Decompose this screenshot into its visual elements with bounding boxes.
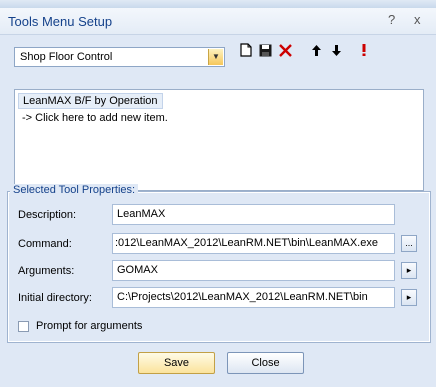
command-input[interactable]: :012\LeanMAX_2012\LeanRM.NET\bin\LeanMAX… (112, 233, 395, 254)
arguments-label: Arguments: (18, 265, 75, 277)
new-item-icon[interactable] (237, 43, 255, 63)
move-down-icon[interactable] (327, 43, 345, 63)
tool-group-combo[interactable]: Shop Floor Control ▼ (14, 47, 225, 67)
background-strip (0, 0, 436, 8)
prompt-for-arguments-label[interactable]: Prompt for arguments (36, 320, 142, 332)
move-up-icon[interactable] (307, 43, 325, 63)
add-item-hint[interactable]: -> Click here to add new item. (22, 112, 168, 124)
description-input[interactable]: LeanMAX (112, 204, 395, 225)
save-item-icon[interactable] (256, 43, 274, 63)
dialog-body: Shop Floor Control ▼ LeanMAX B/F by Oper… (0, 35, 436, 387)
arguments-input[interactable]: GOMAX (112, 260, 395, 281)
command-label: Command: (18, 238, 72, 250)
initial-directory-label: Initial directory: (18, 292, 92, 304)
description-label: Description: (18, 209, 77, 221)
chevron-down-icon[interactable]: ▼ (208, 49, 223, 65)
arguments-menu-button[interactable]: ▸ (401, 262, 417, 279)
close-button[interactable]: Close (227, 352, 304, 374)
list-item[interactable]: LeanMAX B/F by Operation (18, 93, 163, 109)
close-window-button[interactable]: x (414, 12, 421, 27)
tool-properties-legend: Selected Tool Properties: (10, 184, 139, 196)
tools-list[interactable]: LeanMAX B/F by Operation -> Click here t… (14, 89, 424, 191)
exclamation-icon[interactable] (355, 43, 373, 63)
delete-item-icon[interactable] (276, 43, 294, 63)
browse-button[interactable]: ... (401, 235, 417, 252)
window-title: Tools Menu Setup (8, 14, 113, 29)
initial-directory-menu-button[interactable]: ▸ (401, 289, 417, 306)
help-button[interactable]: ? (388, 12, 395, 27)
title-bar: Tools Menu Setup ? x (0, 8, 436, 35)
initial-directory-input[interactable]: C:\Projects\2012\LeanMAX_2012\LeanRM.NET… (112, 287, 395, 308)
save-button[interactable]: Save (138, 352, 215, 374)
prompt-for-arguments-checkbox[interactable] (18, 321, 29, 332)
tool-group-selected: Shop Floor Control (20, 51, 113, 63)
